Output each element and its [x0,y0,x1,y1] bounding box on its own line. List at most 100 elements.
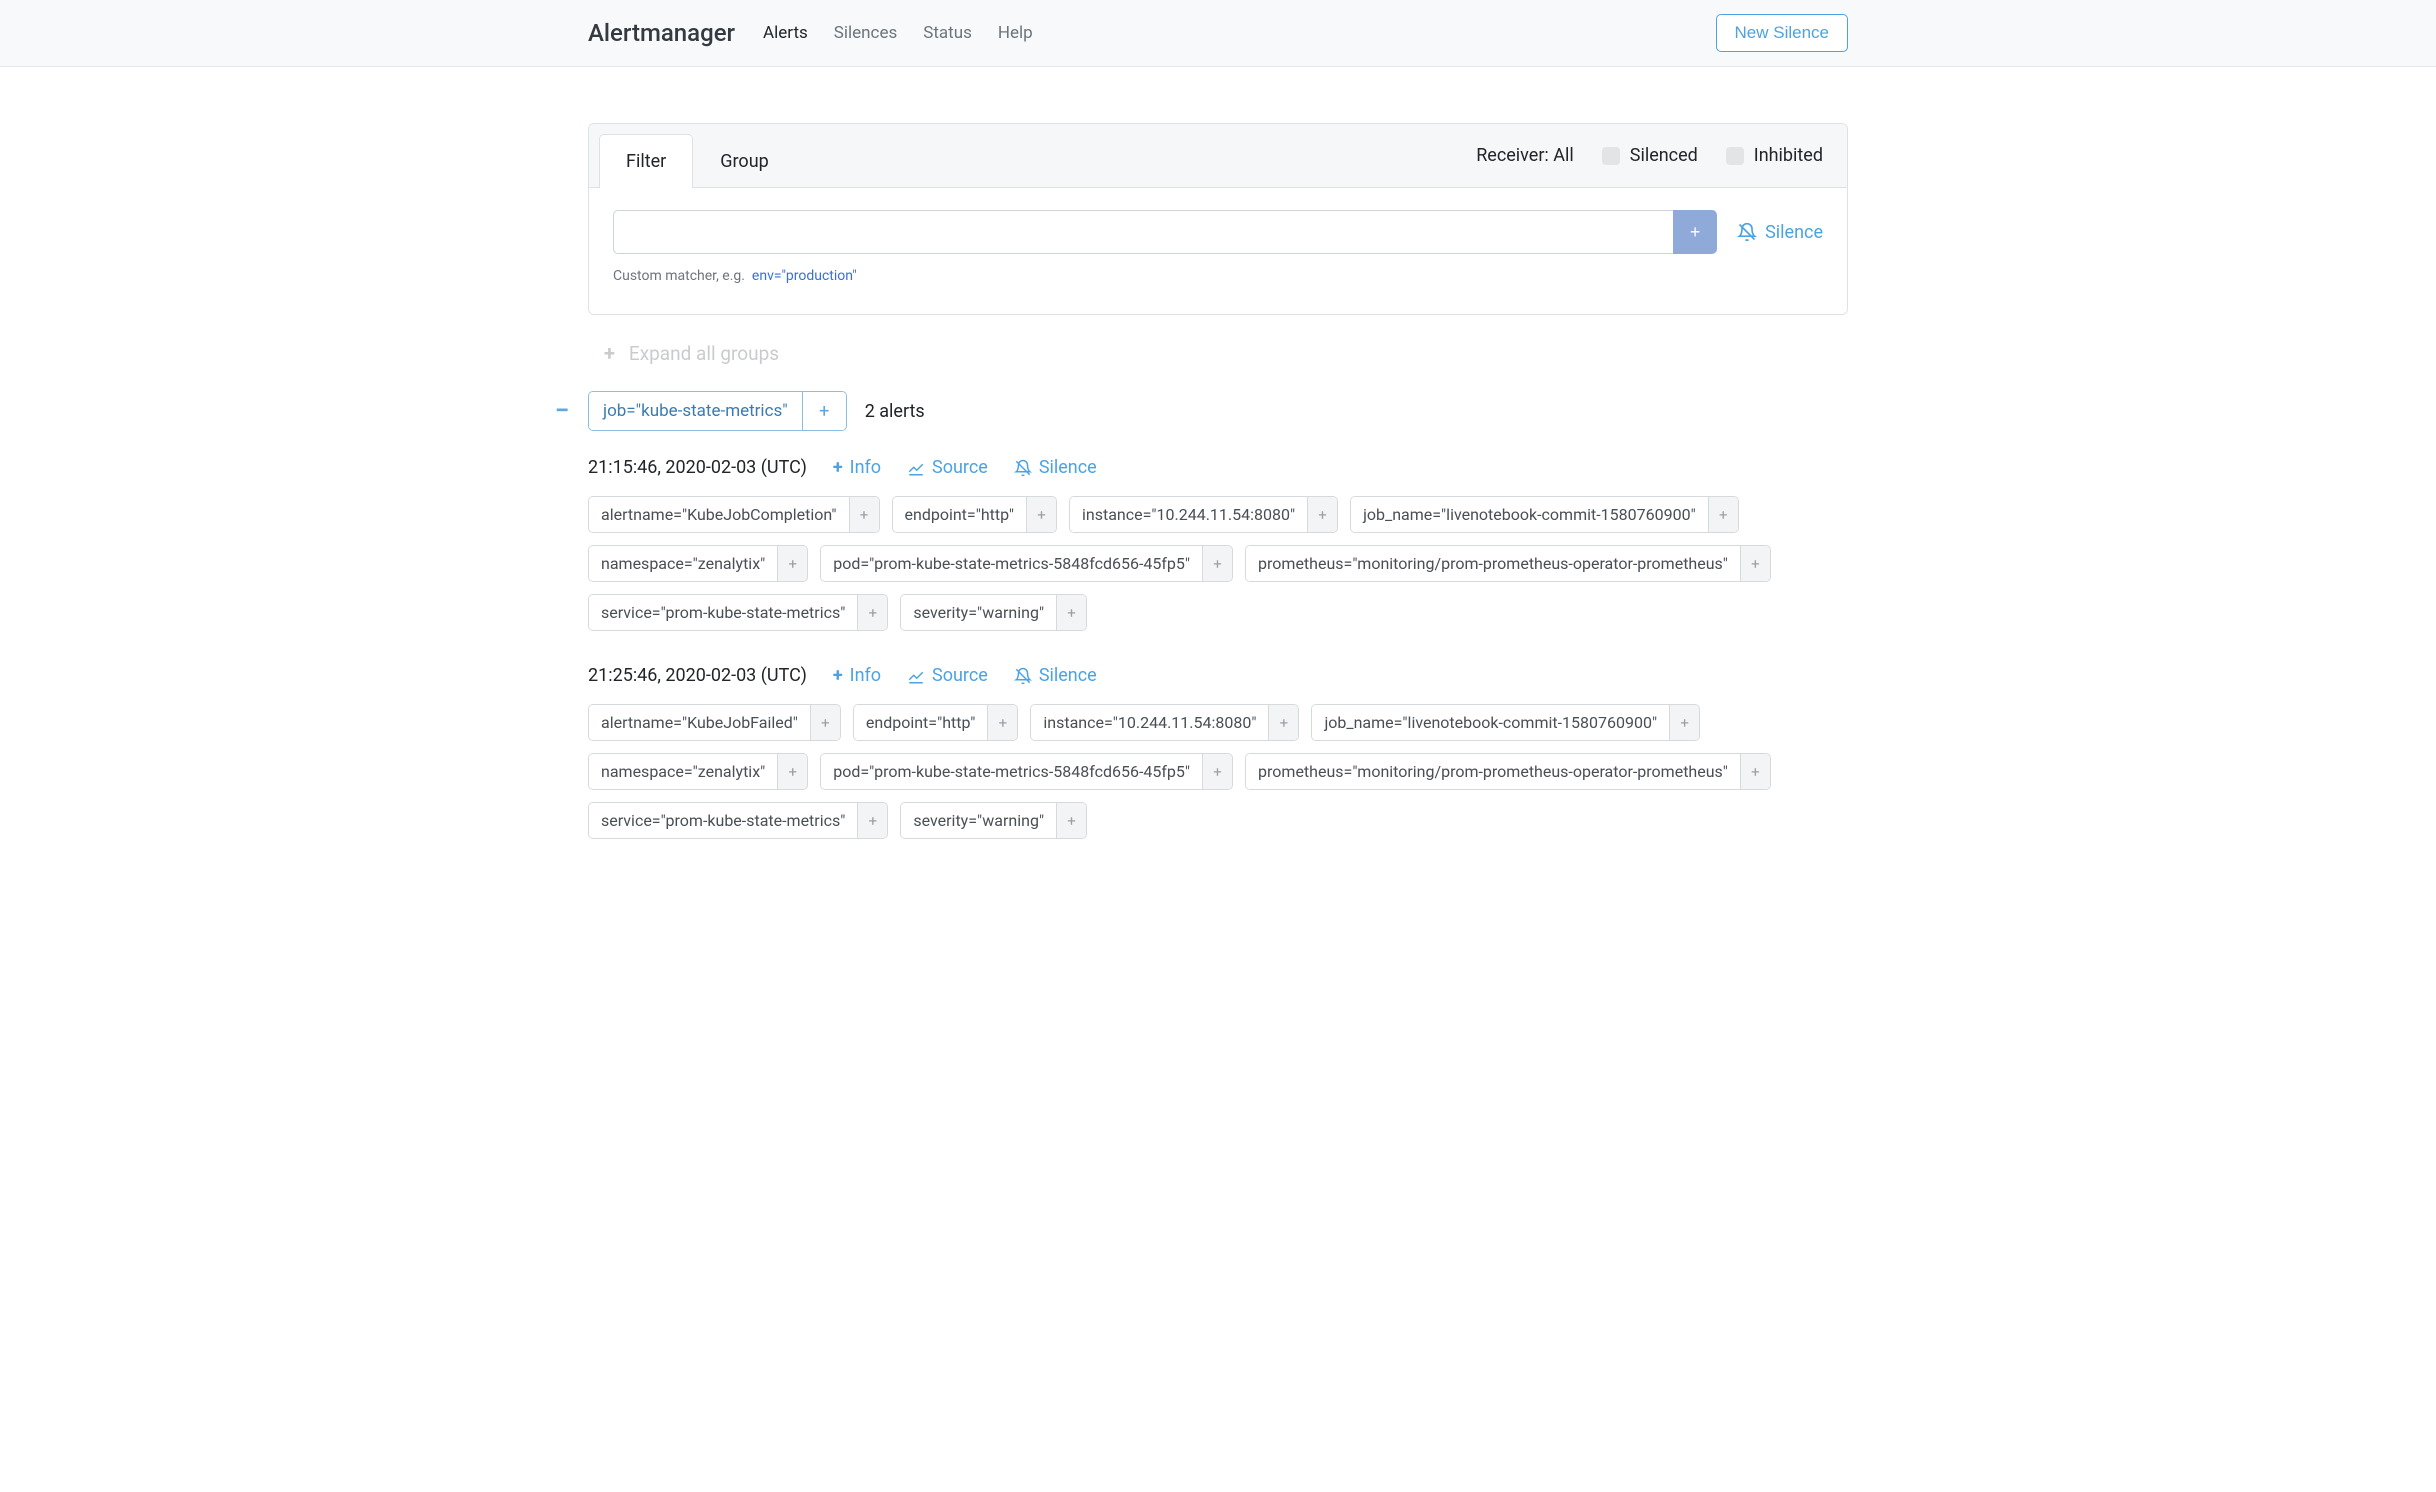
add-label-filter-button[interactable]: + [777,754,807,789]
alert-info-button[interactable]: +Info [833,665,881,686]
alert-block: 21:15:46, 2020-02-03 (UTC) +Info Source Sil… [588,457,1848,631]
navbar: Alertmanager AlertsSilencesStatusHelp Ne… [0,0,2436,67]
alert-source-button[interactable]: Source [907,457,988,478]
nav-link-status[interactable]: Status [923,23,972,43]
silenced-label: Silenced [1630,145,1698,166]
label-text: endpoint="http" [893,497,1026,532]
label-text: instance="10.244.11.54:8080" [1031,705,1268,740]
label-chip: alertname="KubeJobCompletion"+ [588,496,880,533]
label-text: alertname="KubeJobFailed" [589,705,810,740]
silence-button[interactable]: Silence [1737,210,1823,254]
label-chip: service="prom-kube-state-metrics"+ [588,802,888,839]
label-chip: prometheus="monitoring/prom-prometheus-o… [1245,753,1771,790]
label-text: pod="prom-kube-state-metrics-5848fcd656-… [821,754,1202,789]
add-label-filter-button[interactable]: + [1202,546,1232,581]
alert-timestamp: 21:25:46, 2020-02-03 (UTC) [588,665,807,686]
label-chip: job_name="livenotebook-commit-1580760900… [1311,704,1700,741]
card-header: FilterGroup Receiver: All Silenced Inhib… [589,124,1847,188]
silenced-toggle[interactable]: Silenced [1602,145,1698,166]
checkbox-icon [1726,147,1744,165]
tab-filter[interactable]: Filter [599,134,693,188]
label-text: service="prom-kube-state-metrics" [589,595,857,630]
add-label-filter-button[interactable]: + [1056,803,1086,838]
add-label-filter-button[interactable]: + [987,705,1017,740]
alert-info-button[interactable]: +Info [833,457,881,478]
label-text: endpoint="http" [854,705,987,740]
add-label-filter-button[interactable]: + [1026,497,1056,532]
silence-label: Silence [1765,222,1823,243]
label-text: instance="10.244.11.54:8080" [1070,497,1307,532]
add-label-filter-button[interactable]: + [810,705,840,740]
label-chip: alertname="KubeJobFailed"+ [588,704,841,741]
alert-silence-button[interactable]: Silence [1014,457,1097,478]
group-count: 2 alerts [865,401,925,422]
collapse-group-button[interactable]: − [552,396,572,426]
plus-icon: + [833,457,843,478]
add-label-filter-button[interactable]: + [1202,754,1232,789]
add-matcher-button[interactable]: + [1673,210,1717,254]
plus-icon: + [604,341,615,365]
label-text: prometheus="monitoring/prom-prometheus-o… [1246,754,1740,789]
add-label-filter-button[interactable]: + [857,595,887,630]
label-text: service="prom-kube-state-metrics" [589,803,857,838]
alert-source-button[interactable]: Source [907,665,988,686]
add-label-filter-button[interactable]: + [1740,546,1770,581]
alert-timestamp: 21:15:46, 2020-02-03 (UTC) [588,457,807,478]
bell-off-icon [1014,459,1032,477]
label-text: severity="warning" [901,595,1056,630]
label-text: alertname="KubeJobCompletion" [589,497,849,532]
label-chip: pod="prom-kube-state-metrics-5848fcd656-… [820,545,1233,582]
label-text: job_name="livenotebook-commit-1580760900… [1351,497,1708,532]
nav-links: Alerts Silences Status Help [763,23,1715,43]
add-label-filter-button[interactable]: + [1740,754,1770,789]
alert-block: 21:25:46, 2020-02-03 (UTC) +Info Source Sil… [588,665,1848,839]
label-chip: instance="10.244.11.54:8080"+ [1069,496,1338,533]
add-label-filter-button[interactable]: + [849,497,879,532]
filter-input[interactable] [613,210,1673,254]
add-label-filter-button[interactable]: + [1669,705,1699,740]
label-chip: severity="warning"+ [900,802,1087,839]
add-group-filter-button[interactable]: + [802,392,846,430]
label-text: prometheus="monitoring/prom-prometheus-o… [1246,546,1740,581]
new-silence-button[interactable]: New Silence [1716,14,1849,52]
add-label-filter-button[interactable]: + [777,546,807,581]
inhibited-toggle[interactable]: Inhibited [1726,145,1823,166]
label-chip: pod="prom-kube-state-metrics-5848fcd656-… [820,753,1233,790]
chart-icon [907,459,925,477]
label-chip: service="prom-kube-state-metrics"+ [588,594,888,631]
checkbox-icon [1602,147,1620,165]
group-label: job="kube-state-metrics" [589,392,802,430]
labels-wrap: alertname="KubeJobFailed"+endpoint="http… [588,704,1848,839]
filter-card: FilterGroup Receiver: All Silenced Inhib… [588,123,1848,315]
nav-link-help[interactable]: Help [998,23,1033,43]
add-label-filter-button[interactable]: + [1056,595,1086,630]
tab-group[interactable]: Group [693,134,795,188]
bell-off-icon [1737,222,1757,242]
add-label-filter-button[interactable]: + [857,803,887,838]
label-chip: prometheus="monitoring/prom-prometheus-o… [1245,545,1771,582]
expand-all-button[interactable]: + Expand all groups [604,341,1848,365]
nav-link-alerts[interactable]: Alerts [763,23,808,43]
add-label-filter-button[interactable]: + [1268,705,1298,740]
labels-wrap: alertname="KubeJobCompletion"+endpoint="… [588,496,1848,631]
label-text: namespace="zenalytix" [589,546,777,581]
label-text: pod="prom-kube-state-metrics-5848fcd656-… [821,546,1202,581]
nav-link-silences[interactable]: Silences [834,23,897,43]
label-chip: severity="warning"+ [900,594,1087,631]
plus-icon: + [833,665,843,686]
chart-icon [907,667,925,685]
alert-silence-button[interactable]: Silence [1014,665,1097,686]
label-chip: instance="10.244.11.54:8080"+ [1030,704,1299,741]
receiver-label: Receiver: All [1476,145,1574,166]
label-chip: endpoint="http"+ [892,496,1057,533]
add-label-filter-button[interactable]: + [1307,497,1337,532]
filter-hint: Custom matcher, e.g. env="production" [613,268,1823,284]
label-chip: namespace="zenalytix"+ [588,545,808,582]
inhibited-label: Inhibited [1754,145,1823,166]
label-text: namespace="zenalytix" [589,754,777,789]
add-label-filter-button[interactable]: + [1708,497,1738,532]
label-chip: endpoint="http"+ [853,704,1018,741]
expand-all-label: Expand all groups [629,342,779,365]
label-text: severity="warning" [901,803,1056,838]
label-text: job_name="livenotebook-commit-1580760900… [1312,705,1669,740]
